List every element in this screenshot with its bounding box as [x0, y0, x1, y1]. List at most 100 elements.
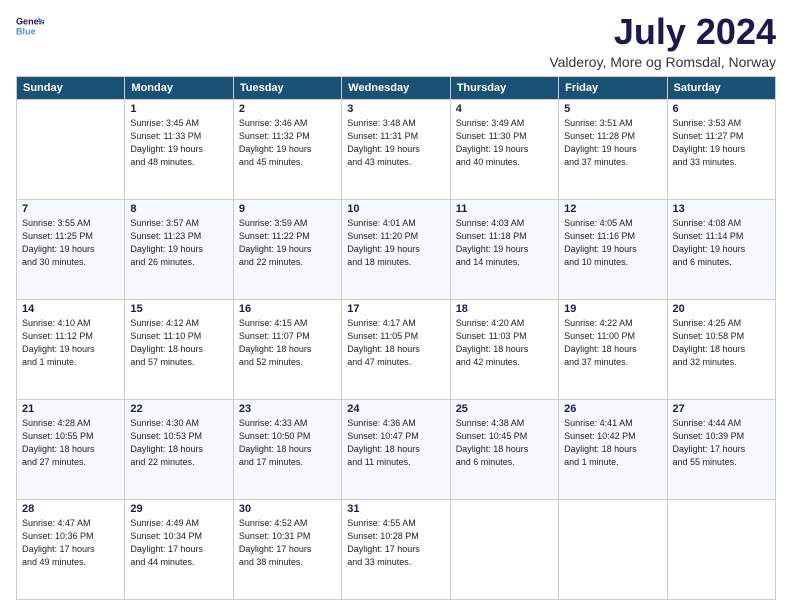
day-number: 9	[239, 203, 336, 215]
calendar-cell: 15Sunrise: 4:12 AM Sunset: 11:10 PM Dayl…	[125, 299, 233, 399]
day-info: Sunrise: 3:46 AM Sunset: 11:32 PM Daylig…	[239, 117, 336, 169]
calendar-cell	[559, 499, 667, 599]
calendar-cell: 4 Sunrise: 3:49 AM Sunset: 11:30 PM Dayli…	[450, 99, 558, 199]
main-title: July 2024	[549, 12, 776, 52]
calendar-cell: 28 Sunrise: 4:47 AM Sunset: 10:36 PM Dayl…	[17, 499, 125, 599]
calendar-cell: 31Sunrise: 4:55 AM Sunset: 10:28 PM Dayl…	[342, 499, 450, 599]
day-number: 5	[564, 103, 661, 115]
day-info: Sunrise: 4:15 AM Sunset: 11:07 PM Daylig…	[239, 317, 336, 369]
day-info: Sunrise: 4:22 AM Sunset: 11:00 PM Daylig…	[564, 317, 661, 369]
day-number: 10	[347, 203, 444, 215]
page: General Blue July 2024 Valderoy, More og…	[0, 0, 792, 612]
calendar-cell: 13 Sunrise: 4:08 AM Sunset: 11:14 PM Dayl…	[667, 199, 775, 299]
day-number: 30	[239, 503, 336, 515]
day-number: 7	[22, 203, 119, 215]
day-info: Sunrise: 4:28 AM Sunset: 10:55 PM Daylig…	[22, 417, 119, 469]
day-info: Sunrise: 3:49 AM Sunset: 11:30 PM Daylig…	[456, 117, 553, 169]
col-monday: Monday	[125, 76, 233, 99]
calendar-cell: 21 Sunrise: 4:28 AM Sunset: 10:55 PM Dayl…	[17, 399, 125, 499]
svg-text:Blue: Blue	[16, 26, 36, 36]
day-number: 27	[673, 403, 770, 415]
calendar-cell: 11Sunrise: 4:03 AM Sunset: 11:18 PM Dayl…	[450, 199, 558, 299]
calendar-cell: 1 Sunrise: 3:45 AM Sunset: 11:33 PM Dayli…	[125, 99, 233, 199]
col-saturday: Saturday	[667, 76, 775, 99]
day-info: Sunrise: 4:38 AM Sunset: 10:45 PM Daylig…	[456, 417, 553, 469]
day-info: Sunrise: 4:47 AM Sunset: 10:36 PM Daylig…	[22, 517, 119, 569]
calendar-week-4: 21 Sunrise: 4:28 AM Sunset: 10:55 PM Dayl…	[17, 399, 776, 499]
calendar-cell: 10 Sunrise: 4:01 AM Sunset: 11:20 PM Dayl…	[342, 199, 450, 299]
day-number: 25	[456, 403, 553, 415]
day-number: 13	[673, 203, 770, 215]
calendar-cell: 8 Sunrise: 3:57 AM Sunset: 11:23 PM Dayli…	[125, 199, 233, 299]
calendar-cell: 17 Sunrise: 4:17 AM Sunset: 11:05 PM Dayl…	[342, 299, 450, 399]
header: General Blue July 2024 Valderoy, More og…	[16, 12, 776, 70]
day-info: Sunrise: 3:57 AM Sunset: 11:23 PM Daylig…	[130, 217, 227, 269]
calendar-cell: 22 Sunrise: 4:30 AM Sunset: 10:53 PM Dayl…	[125, 399, 233, 499]
day-number: 26	[564, 403, 661, 415]
day-info: Sunrise: 4:52 AM Sunset: 10:31 PM Daylig…	[239, 517, 336, 569]
calendar-week-1: 1 Sunrise: 3:45 AM Sunset: 11:33 PM Dayli…	[17, 99, 776, 199]
day-info: Sunrise: 4:05 AM Sunset: 11:16 PM Daylig…	[564, 217, 661, 269]
calendar-cell	[17, 99, 125, 199]
calendar-cell: 26 Sunrise: 4:41 AM Sunset: 10:42 PM Dayl…	[559, 399, 667, 499]
day-number: 4	[456, 103, 553, 115]
day-info: Sunrise: 4:44 AM Sunset: 10:39 PM Daylig…	[673, 417, 770, 469]
day-number: 8	[130, 203, 227, 215]
title-block: July 2024 Valderoy, More og Romsdal, Nor…	[549, 12, 776, 70]
day-info: Sunrise: 4:20 AM Sunset: 11:03 PM Daylig…	[456, 317, 553, 369]
calendar-cell: 23Sunrise: 4:33 AM Sunset: 10:50 PM Dayl…	[233, 399, 341, 499]
calendar-cell: 25 Sunrise: 4:38 AM Sunset: 10:45 PM Dayl…	[450, 399, 558, 499]
day-number: 24	[347, 403, 444, 415]
calendar-cell	[667, 499, 775, 599]
day-number: 14	[22, 303, 119, 315]
day-number: 18	[456, 303, 553, 315]
day-number: 23	[239, 403, 336, 415]
day-number: 28	[22, 503, 119, 515]
col-thursday: Thursday	[450, 76, 558, 99]
calendar-cell: 6 Sunrise: 3:53 AM Sunset: 11:27 PM Dayli…	[667, 99, 775, 199]
day-number: 22	[130, 403, 227, 415]
calendar-cell: 20Sunrise: 4:25 AM Sunset: 10:58 PM Dayl…	[667, 299, 775, 399]
day-info: Sunrise: 3:53 AM Sunset: 11:27 PM Daylig…	[673, 117, 770, 169]
day-number: 16	[239, 303, 336, 315]
calendar-cell: 29 Sunrise: 4:49 AM Sunset: 10:34 PM Dayl…	[125, 499, 233, 599]
day-number: 2	[239, 103, 336, 115]
day-info: Sunrise: 3:48 AM Sunset: 11:31 PM Daylig…	[347, 117, 444, 169]
day-info: Sunrise: 4:36 AM Sunset: 10:47 PM Daylig…	[347, 417, 444, 469]
day-info: Sunrise: 3:45 AM Sunset: 11:33 PM Daylig…	[130, 117, 227, 169]
day-info: Sunrise: 4:03 AM Sunset: 11:18 PM Daylig…	[456, 217, 553, 269]
day-number: 6	[673, 103, 770, 115]
col-friday: Friday	[559, 76, 667, 99]
calendar-cell: 18 Sunrise: 4:20 AM Sunset: 11:03 PM Dayl…	[450, 299, 558, 399]
day-number: 29	[130, 503, 227, 515]
col-sunday: Sunday	[17, 76, 125, 99]
calendar-week-2: 7 Sunrise: 3:55 AM Sunset: 11:25 PM Dayli…	[17, 199, 776, 299]
day-info: Sunrise: 4:17 AM Sunset: 11:05 PM Daylig…	[347, 317, 444, 369]
subtitle: Valderoy, More og Romsdal, Norway	[549, 54, 776, 70]
day-number: 21	[22, 403, 119, 415]
day-info: Sunrise: 4:41 AM Sunset: 10:42 PM Daylig…	[564, 417, 661, 469]
calendar-cell	[450, 499, 558, 599]
header-row: Sunday Monday Tuesday Wednesday Thursday…	[17, 76, 776, 99]
calendar-cell: 16 Sunrise: 4:15 AM Sunset: 11:07 PM Dayl…	[233, 299, 341, 399]
day-number: 3	[347, 103, 444, 115]
calendar-cell: 19Sunrise: 4:22 AM Sunset: 11:00 PM Dayl…	[559, 299, 667, 399]
calendar-cell: 5Sunrise: 3:51 AM Sunset: 11:28 PM Dayli…	[559, 99, 667, 199]
col-wednesday: Wednesday	[342, 76, 450, 99]
day-info: Sunrise: 4:01 AM Sunset: 11:20 PM Daylig…	[347, 217, 444, 269]
day-info: Sunrise: 4:08 AM Sunset: 11:14 PM Daylig…	[673, 217, 770, 269]
calendar-cell: 27 Sunrise: 4:44 AM Sunset: 10:39 PM Dayl…	[667, 399, 775, 499]
day-number: 17	[347, 303, 444, 315]
calendar-table: Sunday Monday Tuesday Wednesday Thursday…	[16, 76, 776, 600]
logo: General Blue	[16, 12, 44, 40]
day-number: 1	[130, 103, 227, 115]
day-number: 20	[673, 303, 770, 315]
calendar-cell: 12 Sunrise: 4:05 AM Sunset: 11:16 PM Dayl…	[559, 199, 667, 299]
day-info: Sunrise: 4:10 AM Sunset: 11:12 PM Daylig…	[22, 317, 119, 369]
day-info: Sunrise: 3:55 AM Sunset: 11:25 PM Daylig…	[22, 217, 119, 269]
day-info: Sunrise: 4:30 AM Sunset: 10:53 PM Daylig…	[130, 417, 227, 469]
calendar-cell: 24 Sunrise: 4:36 AM Sunset: 10:47 PM Dayl…	[342, 399, 450, 499]
day-info: Sunrise: 4:49 AM Sunset: 10:34 PM Daylig…	[130, 517, 227, 569]
day-info: Sunrise: 4:55 AM Sunset: 10:28 PM Daylig…	[347, 517, 444, 569]
day-number: 12	[564, 203, 661, 215]
